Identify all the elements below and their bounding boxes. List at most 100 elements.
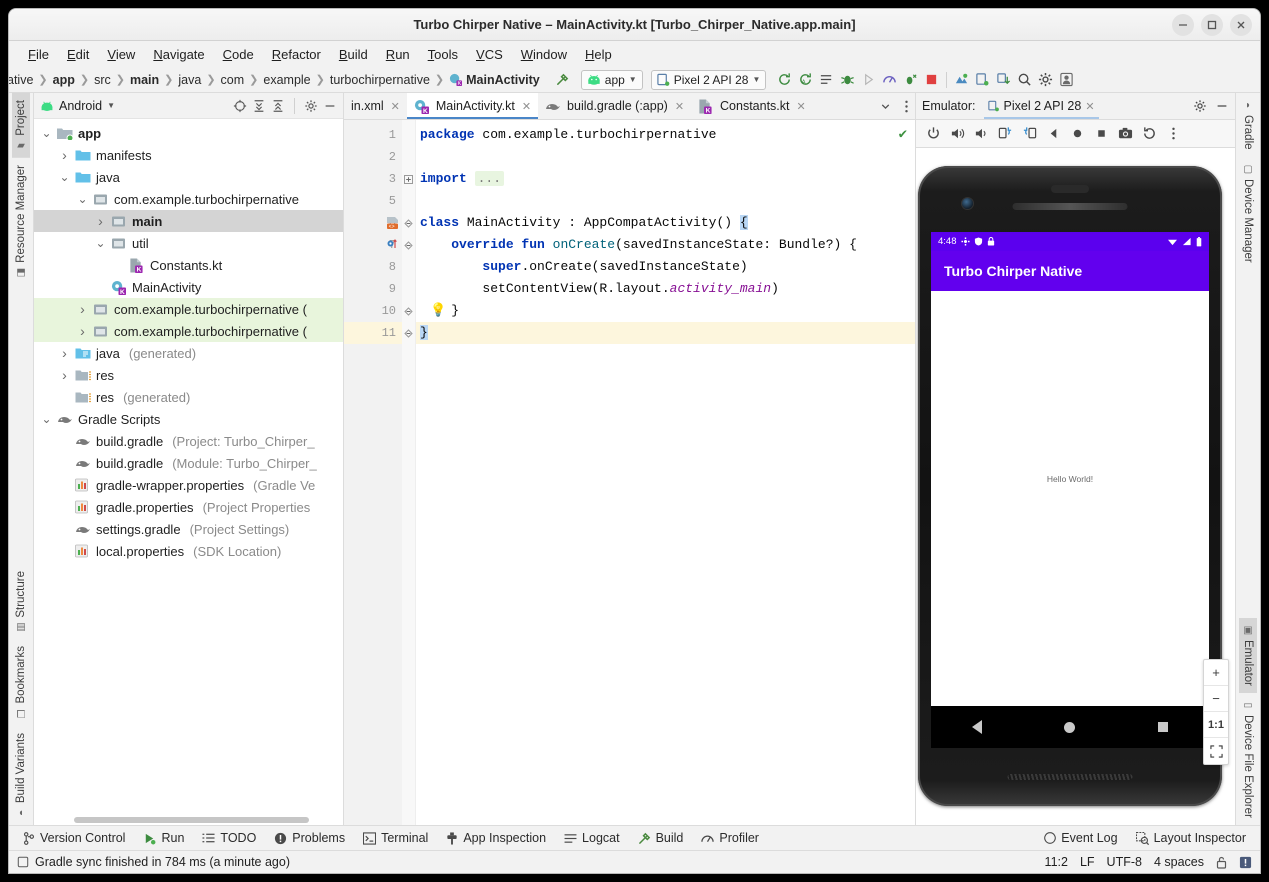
nav-overview-icon[interactable] [1157,722,1168,732]
tool-window-button-version-control[interactable]: Version Control [15,829,133,847]
rail-button-bookmarks[interactable]: ❏ Bookmarks [12,639,30,726]
line-separator[interactable]: LF [1080,855,1095,869]
chevron-right-icon[interactable]: › [58,367,71,383]
tab-list-chevron-icon[interactable] [873,93,898,119]
breadcrumb-item-src[interactable]: src [90,73,115,87]
horizontal-scrollbar[interactable] [74,817,309,823]
sdk-manager-icon[interactable] [951,69,972,90]
code-line[interactable] [416,146,915,168]
chevron-down-icon[interactable]: ⌄ [40,413,53,425]
tree-node[interactable]: K Constants.kt [34,254,343,276]
rail-button-device-file-explorer[interactable]: ▭ Device File Explorer [1239,693,1257,825]
code-editor[interactable]: 123567891011<> package com.example.turbo… [344,120,915,825]
menu-item-code[interactable]: Code [214,44,263,65]
tree-node[interactable]: ⌄ Gradle Scripts [34,408,343,430]
tool-window-button-build[interactable]: Build [630,829,692,847]
project-tree[interactable]: ⌄ app › manifests ⌄ java ⌄ com.example.turbochi… [34,119,343,825]
account-icon[interactable] [1056,69,1077,90]
chevron-down-icon[interactable]: ⌄ [76,193,89,205]
chevron-right-icon[interactable]: › [76,323,89,339]
rail-button-gradle[interactable]: ◗ Gradle [1239,93,1257,157]
home-button-icon[interactable] [1066,123,1088,145]
tree-node[interactable]: ⌄ app [34,122,343,144]
zoom-out-button[interactable]: − [1204,686,1228,712]
maximize-button[interactable] [1201,14,1223,36]
tree-node[interactable]: build.gradle (Project: Turbo_Chirper_ [34,430,343,452]
intention-bulb-icon[interactable]: 💡 [430,300,446,322]
menu-item-vcs[interactable]: VCS [467,44,512,65]
select-opened-file-icon[interactable] [233,99,247,113]
tool-window-button-terminal[interactable]: Terminal [355,829,436,847]
rail-button-structure[interactable]: ▤ Structure [12,564,30,640]
search-icon[interactable] [1014,69,1035,90]
tree-node[interactable]: ⌄ com.example.turbochirpernative [34,188,343,210]
tool-window-button-todo[interactable]: TODO [194,829,264,847]
editor-tab-mainactivity-kt[interactable]: K MainActivity.kt ✕ [406,93,539,119]
tool-window-button-logcat[interactable]: Logcat [556,829,628,847]
gear-icon[interactable] [1035,69,1056,90]
tree-node[interactable]: › main [34,210,343,232]
chevron-down-icon[interactable]: ▼ [107,101,115,110]
chevron-right-icon[interactable]: › [58,147,71,163]
expand-all-icon[interactable] [252,99,266,113]
tree-node[interactable]: › com.example.turbochirpernative ( [34,320,343,342]
minimize-button[interactable] [1172,14,1194,36]
breadcrumb-item-ative[interactable]: ative [9,73,37,87]
fold-collapse-icon[interactable] [402,234,415,256]
avd-download-icon[interactable] [993,69,1014,90]
tree-node[interactable]: ⌄ java [34,166,343,188]
volume-down-icon[interactable] [970,123,992,145]
zoom-actual-size-button[interactable]: 1:1 [1204,712,1228,738]
collapse-all-icon[interactable] [271,99,285,113]
chevron-right-icon[interactable]: › [58,345,71,361]
apply-changes-icon[interactable] [816,69,837,90]
tree-node[interactable]: local.properties (SDK Location) [34,540,343,562]
menu-item-file[interactable]: File [19,44,58,65]
menu-item-edit[interactable]: Edit [58,44,98,65]
tool-window-button-event-log[interactable]: Event Log [1036,829,1125,847]
tree-node[interactable]: › java (generated) [34,342,343,364]
build-hammer-icon[interactable] [552,69,573,90]
chevron-down-icon[interactable]: ⌄ [58,171,71,183]
nav-back-icon[interactable] [972,720,983,734]
nav-home-icon[interactable] [1064,721,1076,733]
code-content[interactable]: package com.example.turbochirpernative i… [416,120,915,825]
tree-node[interactable]: › manifests [34,144,343,166]
android-navigation-bar[interactable] [931,706,1209,748]
emulator-stage[interactable]: 4:48 Turbo Chirper Native Hello World! +… [916,148,1235,825]
file-encoding[interactable]: UTF-8 [1107,855,1142,869]
fold-collapse-icon[interactable] [402,300,415,322]
menu-item-navigate[interactable]: Navigate [144,44,213,65]
code-line[interactable]: super.onCreate(savedInstanceState) [416,256,915,278]
menu-item-help[interactable]: Help [576,44,621,65]
editor-tab-in-xml[interactable]: in.xml ✕ [344,93,407,119]
editor-gutter[interactable]: 123567891011<> [344,120,402,825]
menu-item-refactor[interactable]: Refactor [263,44,330,65]
breadcrumb-item-example[interactable]: example [259,73,314,87]
stop-icon[interactable] [921,69,942,90]
rail-button-device-manager[interactable]: ▢ Device Manager [1239,157,1257,270]
tool-window-button-layout-inspector[interactable]: Layout Inspector [1128,829,1254,847]
code-line[interactable]: package com.example.turbochirpernative [416,124,915,146]
caret-position[interactable]: 11:2 [1045,855,1068,869]
code-line[interactable]: } [416,322,915,344]
indent-setting[interactable]: 4 spaces [1154,855,1204,869]
fold-expand-icon[interactable] [402,168,415,190]
fold-column[interactable] [402,120,416,825]
editor-tab-build-gradle-app[interactable]: build.gradle (:app) ✕ [538,93,691,119]
rail-button-build-variants[interactable]: ◗ Build Variants [12,726,30,825]
code-line[interactable]: import ... [416,168,915,190]
close-icon[interactable]: ✕ [1085,100,1094,113]
rotate-left-icon[interactable] [994,123,1016,145]
app-content[interactable]: Hello World! [931,291,1209,706]
tree-node[interactable]: ⌄ util [34,232,343,254]
chevron-right-icon[interactable]: › [76,301,89,317]
attach-debugger-icon[interactable] [900,69,921,90]
code-line[interactable]: class MainActivity : AppCompatActivity()… [416,212,915,234]
tree-node[interactable]: build.gradle (Module: Turbo_Chirper_ [34,452,343,474]
debug-icon[interactable] [837,69,858,90]
emulator-device-tab[interactable]: Pixel 2 API 28 ✕ [983,93,1099,119]
avd-manager-icon[interactable]: A [795,69,816,90]
rotate-right-icon[interactable] [1018,123,1040,145]
tool-window-button-run[interactable]: Run [135,829,192,847]
